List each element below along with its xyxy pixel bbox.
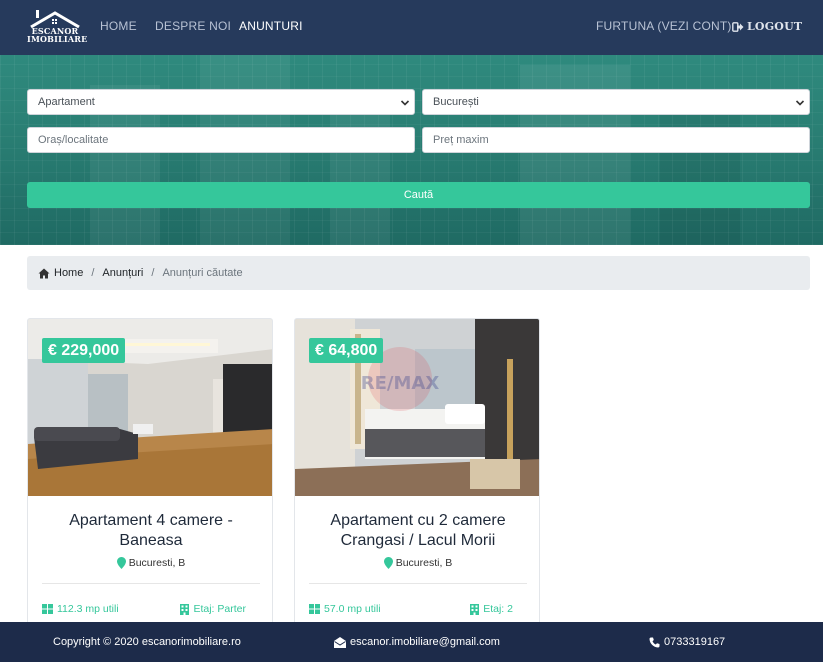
envelope-open-icon — [334, 636, 346, 648]
county-select[interactable]: București — [422, 89, 810, 115]
property-type-select[interactable]: Apartament — [27, 89, 415, 115]
county-value: București — [433, 96, 479, 108]
listing-photo[interactable]: RE/MAX € 64,800 — [295, 319, 539, 496]
footer-phone[interactable]: 0733319167 — [649, 636, 725, 648]
chevron-down-icon — [795, 100, 805, 106]
grid-icon — [309, 604, 320, 614]
listing-location: Bucuresti, B — [28, 557, 272, 569]
divider — [309, 583, 527, 584]
locality-input[interactable]: Oraș/localitate — [27, 127, 415, 153]
map-marker-icon — [116, 557, 126, 569]
footer-phone-label: 0733319167 — [664, 636, 726, 648]
footer-email-label: escanor.imobiliare@gmail.com — [350, 636, 500, 648]
sign-out-icon — [732, 21, 744, 32]
building-icon — [470, 603, 480, 615]
listing-area-label: 57.0 mp utili — [324, 603, 381, 615]
nav-home-link[interactable]: HOME — [100, 19, 137, 33]
breadcrumb-current: Anunțuri căutate — [162, 267, 243, 279]
nav-about-link[interactable]: DESPRE NOI — [155, 19, 231, 33]
navbar: ESCANOR IMOBILIARE HOME DESPRE NOI ANUNT… — [0, 0, 823, 55]
home-icon — [38, 268, 50, 278]
listing-area: 57.0 mp utili — [309, 603, 381, 615]
footer-copyright: Copyright © 2020 escanorimobiliare.ro — [53, 636, 241, 648]
breadcrumb-home[interactable]: Home — [38, 267, 83, 279]
search-button[interactable]: Caută — [27, 182, 810, 208]
listing-area: 112.3 mp utili — [42, 603, 119, 615]
listing-location: Bucuresti, B — [295, 557, 539, 569]
breadcrumb-home-label: Home — [54, 267, 84, 279]
price-badge: € 229,000 — [42, 338, 126, 363]
listing-floor: Etaj: 2 — [470, 603, 513, 615]
breadcrumb: Home / Anunțuri / Anunțuri căutate — [27, 256, 810, 290]
footer: Copyright © 2020 escanorimobiliare.ro es… — [0, 622, 823, 662]
breadcrumb-separator: / — [91, 267, 95, 279]
breadcrumb-ads[interactable]: Anunțuri — [102, 267, 143, 279]
listing-card[interactable]: RE/MAX € 64,800 Apartament cu 2 camere C… — [294, 318, 540, 638]
divider — [42, 583, 260, 584]
nav-ads-link[interactable]: ANUNTURI — [239, 19, 303, 33]
listing-title[interactable]: Apartament 4 camere - Baneasa — [38, 511, 264, 551]
listing-location-label: Bucuresti, B — [128, 557, 186, 569]
map-marker-icon — [383, 557, 393, 569]
site-logo[interactable]: ESCANOR IMOBILIARE — [27, 9, 88, 47]
price-badge: € 64,800 — [309, 338, 384, 363]
max-price-placeholder: Preț maxim — [433, 134, 489, 146]
building-icon — [180, 603, 190, 615]
grid-icon — [42, 604, 53, 614]
logo-text: ESCANOR IMOBILIARE — [27, 27, 88, 44]
listing-title[interactable]: Apartament cu 2 camere Crangasi / Lacul … — [305, 511, 531, 551]
listing-photo[interactable]: € 229,000 — [28, 319, 272, 496]
phone-icon — [649, 637, 660, 647]
nav-account-link[interactable]: FURTUNA (VEZI CONT) — [596, 19, 732, 33]
logout-button[interactable]: LOGOUT — [732, 20, 802, 33]
footer-email[interactable]: escanor.imobiliare@gmail.com — [334, 636, 500, 648]
listing-area-label: 112.3 mp utili — [57, 603, 119, 615]
property-type-value: Apartament — [38, 96, 95, 108]
logout-label: LOGOUT — [747, 20, 803, 33]
locality-placeholder: Oraș/localitate — [38, 134, 109, 146]
max-price-input[interactable]: Preț maxim — [422, 127, 810, 153]
breadcrumb-separator: / — [151, 267, 155, 279]
listing-location-label: Bucuresti, B — [395, 557, 453, 569]
listing-floor-label: Etaj: Parter — [193, 603, 246, 615]
watermark-text: RE/MAX — [361, 373, 440, 394]
logo-line-2: IMOBILIARE — [27, 34, 88, 44]
chevron-down-icon — [400, 100, 410, 106]
listing-floor: Etaj: Parter — [180, 603, 246, 615]
listing-card[interactable]: € 229,000 Apartament 4 camere - Baneasa … — [27, 318, 273, 638]
listing-floor-label: Etaj: 2 — [483, 603, 513, 615]
